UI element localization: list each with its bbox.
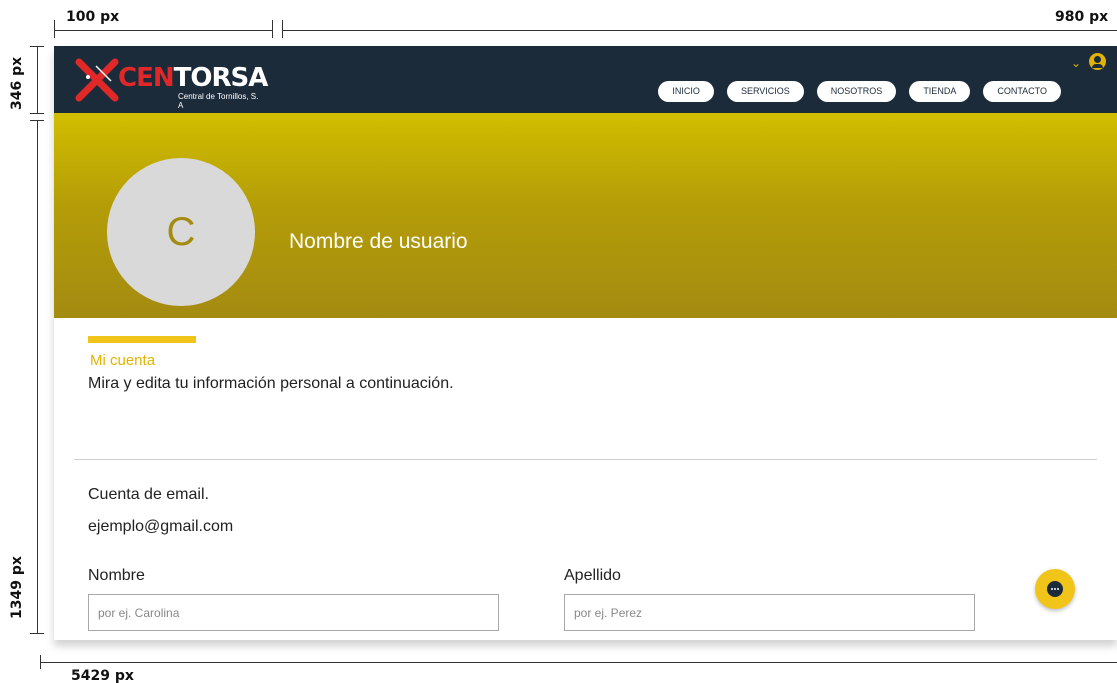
spec-divider-marker-2 [282,20,283,38]
brand-name-red: CEN [118,63,175,93]
spec-total-height: 5429 px [71,668,134,683]
user-icon[interactable] [1089,53,1106,70]
profile-hero: C Nombre de usuario [54,113,1117,318]
spec-left-marker [54,20,55,38]
nav-contacto[interactable]: CONTACTO [983,81,1061,102]
first-name-field[interactable] [88,594,499,631]
brand-tagline: Central de Tornillos, S. A [178,92,259,110]
first-name-label: Nombre [88,567,145,584]
section-title: Mi cuenta [90,352,156,369]
nav-servicios[interactable]: SERVICIOS [726,81,804,102]
last-name-label: Apellido [564,567,621,584]
spec-width-right-line [282,30,1117,31]
page-frame: CENTORSA Central de Tornillos, S. A INIC… [54,46,1117,640]
spec-header-bottom-tick [30,113,44,114]
chevron-down-icon[interactable]: ⌄ [1071,56,1081,70]
section-divider [74,459,1097,460]
username: Nombre de usuario [289,230,468,253]
nav-nosotros[interactable]: NOSOTROS [816,81,897,102]
chat-button[interactable] [1035,569,1075,609]
spec-divider-marker [272,20,273,38]
email-label: Cuenta de email. [88,486,209,503]
spec-header-height: 346 px [9,56,25,110]
section-description: Mira y edita tu información personal a c… [88,375,454,392]
spec-width-left: 100 px [66,9,120,25]
last-name-field[interactable] [564,594,975,631]
centorsa-logo[interactable]: CENTORSA Central de Tornillos, S. A [74,55,269,110]
nav-inicio[interactable]: INICIO [658,81,714,102]
section-accent-bar [88,336,196,343]
spec-total-line [40,662,1117,663]
email-value: ejemplo@gmail.com [88,518,234,535]
logo-mark-icon [75,58,119,102]
brand-name-white: TORSA [173,63,269,93]
nav-tienda[interactable]: TIENDA [909,81,971,102]
top-navbar: CENTORSA Central de Tornillos, S. A INIC… [54,46,1117,113]
main-nav: INICIO SERVICIOS NOSOTROS TIENDA CONTACT… [658,81,1061,102]
spec-width-left-line [54,30,272,31]
spec-width-right: 980 px [1055,9,1109,25]
spec-body-line [37,120,38,633]
spec-body-height: 1349 px [9,556,25,619]
spec-header-line [37,46,38,113]
chat-icon [1047,581,1063,597]
spec-body-bottom-tick [30,633,44,634]
avatar[interactable]: C [107,158,255,306]
brand-name: CENTORSA [118,63,269,93]
